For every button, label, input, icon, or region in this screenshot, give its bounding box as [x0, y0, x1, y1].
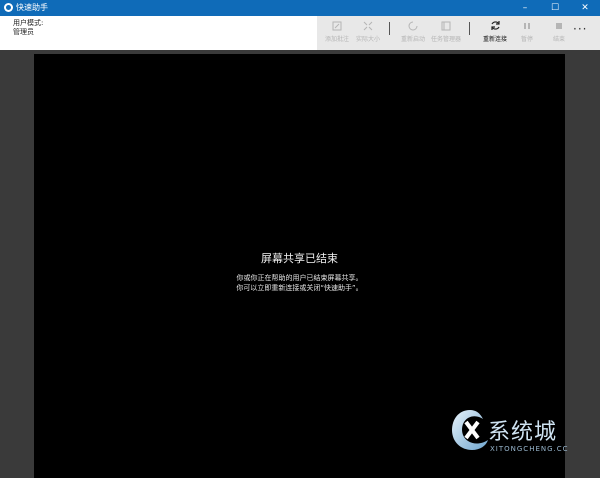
toolbar-separator — [469, 22, 470, 35]
close-button[interactable]: ✕ — [570, 0, 600, 16]
reconnect-icon — [490, 19, 501, 32]
restart-icon — [408, 19, 418, 32]
user-mode-label: 用户模式: — [13, 19, 44, 27]
stop-button[interactable]: 结束 — [546, 19, 572, 47]
task-manager-label: 任务管理器 — [430, 36, 461, 43]
minimize-button[interactable]: – — [510, 0, 540, 16]
pause-label: 暂停 — [520, 36, 533, 43]
task-manager-button[interactable]: 任务管理器 — [426, 19, 466, 47]
session-ended-message-line1: 你或你正在帮助的用户已结束屏幕共享。 — [236, 274, 363, 282]
stop-icon — [554, 19, 564, 32]
restart-label: 重新启动 — [400, 36, 425, 43]
toolbar-separator — [389, 22, 390, 35]
title-bar: 快速助手 – ☐ ✕ — [0, 0, 600, 16]
annotate-icon — [332, 19, 342, 32]
pause-icon — [522, 19, 532, 32]
annotate-label: 添加批注 — [324, 36, 349, 43]
actual-size-label: 实际大小 — [355, 36, 380, 43]
task-manager-icon — [441, 19, 451, 32]
more-options-icon[interactable]: ··· — [573, 22, 587, 36]
actual-size-icon — [363, 19, 373, 32]
pause-button[interactable]: 暂停 — [514, 19, 540, 47]
reconnect-button[interactable]: 重新连接 — [475, 19, 515, 47]
toolbar: 用户模式: 管理员 添加批注 实际大小 重新启动 任务管理器 重新连接 暂停 结… — [0, 16, 600, 50]
user-role: 管理员 — [13, 28, 34, 36]
maximize-button[interactable]: ☐ — [540, 0, 570, 16]
quick-assist-app-icon — [4, 3, 13, 12]
session-ended-title: 屏幕共享已结束 — [261, 252, 338, 265]
reconnect-label: 重新连接 — [482, 36, 507, 43]
stop-label: 结束 — [552, 36, 565, 43]
user-mode-info: 用户模式: 管理员 — [13, 19, 43, 37]
watermark-subtext: XITONGCHENG.CC — [490, 445, 569, 453]
watermark-logo-icon — [452, 410, 488, 450]
window-title: 快速助手 — [16, 3, 48, 12]
session-ended-message-line2: 你可以立即重新连接或关闭“快速助手”。 — [236, 284, 363, 292]
site-watermark: 系统城 XITONGCHENG.CC — [448, 404, 594, 464]
watermark-text: 系统城 — [488, 420, 558, 445]
actual-size-button[interactable]: 实际大小 — [348, 19, 388, 47]
